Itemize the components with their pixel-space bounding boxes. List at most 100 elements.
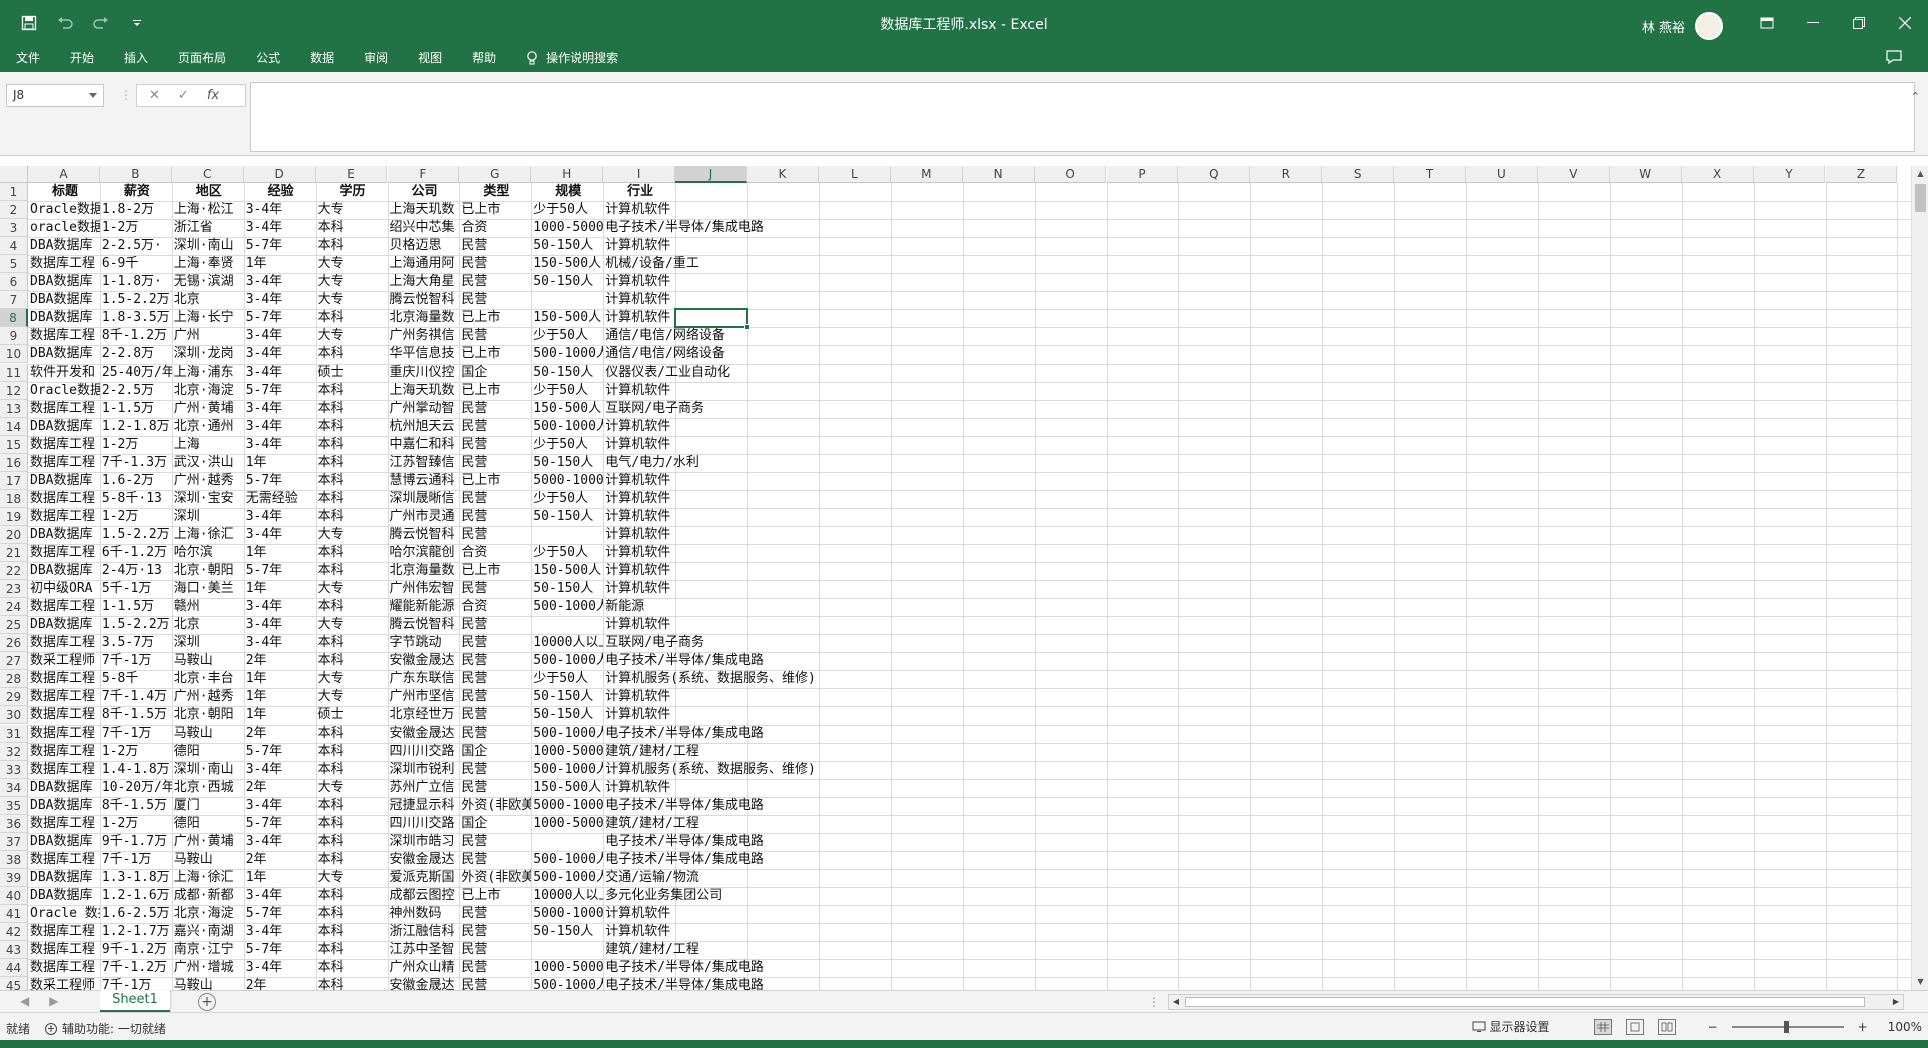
scroll-right-icon[interactable]: ▶ [1889, 995, 1903, 1009]
cell-h30[interactable]: 50-150人 [531, 706, 603, 724]
cell-c28[interactable]: 北京·丰台 [172, 670, 244, 688]
cell-c9[interactable]: 广州 [172, 327, 244, 345]
cell-a39[interactable]: DBA数据库 [28, 869, 100, 887]
cell-i31[interactable]: 电子技术/半导体/集成电路 [603, 725, 764, 743]
cell-g13[interactable]: 民营 [459, 400, 531, 418]
cell-i24[interactable]: 新能源 [603, 598, 644, 616]
row-header-24[interactable]: 24 [0, 598, 28, 617]
row-header-34[interactable]: 34 [0, 778, 28, 797]
cell-i6[interactable]: 计算机软件 [603, 273, 670, 291]
cell-f43[interactable]: 江苏中圣智 [388, 941, 460, 959]
row-header-42[interactable]: 42 [0, 923, 28, 942]
cell-f24[interactable]: 耀能新能源 [388, 598, 460, 616]
cell-b8[interactable]: 1.8-3.5万 [100, 309, 172, 327]
name-box[interactable]: J8 [6, 84, 104, 107]
cell-c44[interactable]: 广州·增城 [172, 959, 244, 977]
cell-g40[interactable]: 已上市 [459, 887, 531, 905]
cell-h15[interactable]: 少于50人 [531, 436, 603, 454]
cell-g23[interactable]: 民营 [459, 580, 531, 598]
cell-a14[interactable]: DBA数据库 [28, 418, 100, 436]
cell-f32[interactable]: 四川川交路 [388, 743, 460, 761]
tab-insert[interactable]: 插入 [124, 49, 148, 67]
cell-i5[interactable]: 机械/设备/重工 [603, 255, 699, 273]
cell-e42[interactable]: 本科 [316, 923, 388, 941]
cell-h26[interactable]: 10000人以上 [531, 634, 603, 652]
cell-h34[interactable]: 150-500人 [531, 779, 603, 797]
row-header-1[interactable]: 1 [0, 183, 28, 202]
cell-b33[interactable]: 1.4-1.8万 [100, 761, 172, 779]
cell-c20[interactable]: 上海·徐汇 [172, 526, 244, 544]
sheet-tab-sheet1[interactable]: Sheet1 [100, 990, 170, 1012]
cell-d16[interactable]: 1年 [244, 454, 316, 472]
cell-f41[interactable]: 神州数码 [388, 905, 460, 923]
column-header-c[interactable]: C [171, 166, 244, 183]
cell-d10[interactable]: 3-4年 [244, 345, 316, 363]
cell-h35[interactable]: 5000-10000人 [531, 797, 603, 815]
cell-e33[interactable]: 本科 [316, 761, 388, 779]
column-header-f[interactable]: F [387, 166, 460, 183]
cell-b23[interactable]: 5千-1万 [100, 580, 172, 598]
cell-b19[interactable]: 1-2万 [100, 508, 172, 526]
cell-h33[interactable]: 500-1000人 [531, 761, 603, 779]
cell-c39[interactable]: 上海·徐汇 [172, 869, 244, 887]
column-header-p[interactable]: P [1106, 166, 1179, 183]
cell-i20[interactable]: 计算机软件 [603, 526, 670, 544]
cell-d42[interactable]: 3-4年 [244, 923, 316, 941]
cell-i25[interactable]: 计算机软件 [603, 616, 670, 634]
cell-a13[interactable]: 数据库工程 [28, 400, 100, 418]
cell-g39[interactable]: 外资(非欧美) [459, 869, 531, 887]
header-cell-c[interactable]: 地区 [172, 183, 244, 201]
cell-a42[interactable]: 数据库工程 [28, 923, 100, 941]
cell-b36[interactable]: 1-2万 [100, 815, 172, 833]
cell-d38[interactable]: 2年 [244, 851, 316, 869]
cell-d24[interactable]: 3-4年 [244, 598, 316, 616]
cell-f23[interactable]: 广州伟宏智 [388, 580, 460, 598]
cell-a20[interactable]: DBA数据库 [28, 526, 100, 544]
cell-i39[interactable]: 交通/运输/物流 [603, 869, 699, 887]
row-header-7[interactable]: 7 [0, 291, 28, 310]
row-header-21[interactable]: 21 [0, 544, 28, 563]
row-header-33[interactable]: 33 [0, 760, 28, 779]
cell-g28[interactable]: 民营 [459, 670, 531, 688]
cell-d7[interactable]: 3-4年 [244, 291, 316, 309]
restore-icon[interactable] [1836, 0, 1882, 46]
cell-a9[interactable]: 数据库工程 [28, 327, 100, 345]
cell-d41[interactable]: 5-7年 [244, 905, 316, 923]
cell-a29[interactable]: 数据库工程 [28, 688, 100, 706]
cell-c3[interactable]: 浙江省 [172, 219, 244, 237]
row-header-16[interactable]: 16 [0, 453, 28, 472]
cell-c40[interactable]: 成都·新都 [172, 887, 244, 905]
cell-f30[interactable]: 北京经世万 [388, 706, 460, 724]
cell-f2[interactable]: 上海天玑数 [388, 201, 460, 219]
cell-b32[interactable]: 1-2万 [100, 743, 172, 761]
cell-f21[interactable]: 哈尔滨龍创 [388, 544, 460, 562]
cell-a6[interactable]: DBA数据库 [28, 273, 100, 291]
column-header-x[interactable]: X [1681, 166, 1754, 183]
cell-h16[interactable]: 50-150人 [531, 454, 603, 472]
cell-f16[interactable]: 江苏智臻信 [388, 454, 460, 472]
cell-e8[interactable]: 本科 [316, 309, 388, 327]
cell-d13[interactable]: 3-4年 [244, 400, 316, 418]
cell-i27[interactable]: 电子技术/半导体/集成电路 [603, 652, 764, 670]
cell-a28[interactable]: 数据库工程 [28, 670, 100, 688]
scroll-up-icon[interactable]: ▲ [1912, 166, 1928, 182]
cell-h3[interactable]: 1000-5000人 [531, 219, 603, 237]
column-header-v[interactable]: V [1537, 166, 1610, 183]
cell-a26[interactable]: 数据库工程 [28, 634, 100, 652]
tab-home[interactable]: 开始 [70, 49, 94, 67]
cell-a37[interactable]: DBA数据库 [28, 833, 100, 851]
cell-i2[interactable]: 计算机软件 [603, 201, 670, 219]
cell-h42[interactable]: 50-150人 [531, 923, 603, 941]
tab-formulas[interactable]: 公式 [256, 49, 280, 67]
cell-b10[interactable]: 2-2.8万 [100, 345, 172, 363]
cell-c32[interactable]: 德阳 [172, 743, 244, 761]
column-header-k[interactable]: K [747, 166, 819, 183]
cell-e43[interactable]: 本科 [316, 941, 388, 959]
cell-i19[interactable]: 计算机软件 [603, 508, 670, 526]
cell-c31[interactable]: 马鞍山 [172, 725, 244, 743]
user-account[interactable]: 林 燕裕 [1642, 12, 1723, 40]
cell-f22[interactable]: 北京海量数 [388, 562, 460, 580]
cell-h41[interactable]: 5000-10000人 [531, 905, 603, 923]
cell-g3[interactable]: 合资 [459, 219, 531, 237]
cell-f31[interactable]: 安徽金晟达 [388, 725, 460, 743]
